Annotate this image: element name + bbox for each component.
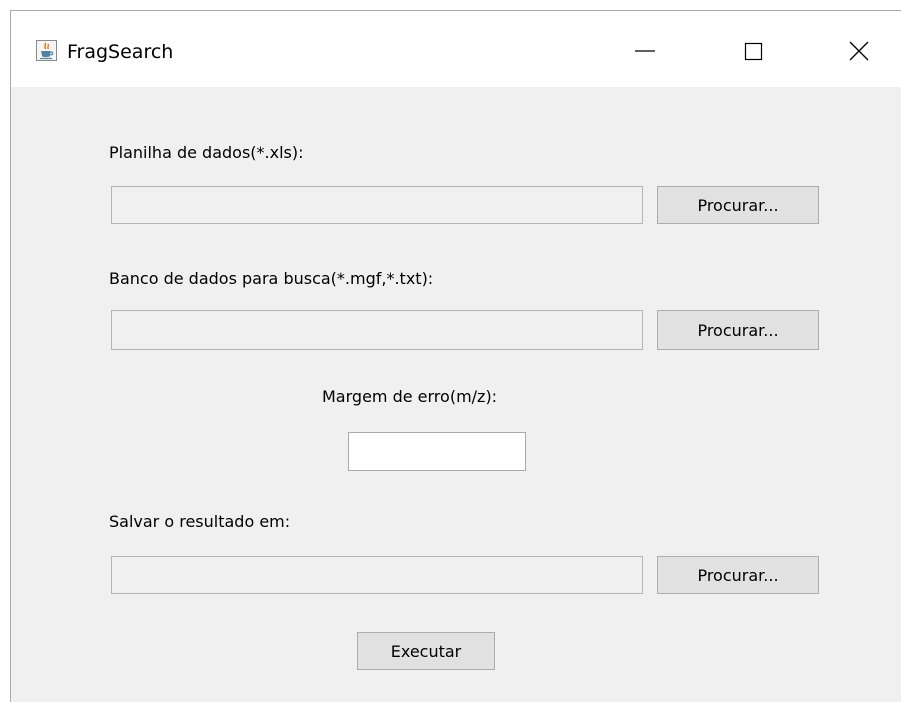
maximize-icon (744, 42, 763, 61)
spreadsheet-path-field[interactable] (111, 186, 643, 224)
error-margin-input[interactable] (348, 432, 526, 471)
output-browse-button[interactable]: Procurar... (657, 556, 819, 594)
app-window: FragSearch Planilha de dados(*.xls): Pro… (10, 10, 901, 702)
execute-button[interactable]: Executar (357, 632, 495, 670)
database-path-field[interactable] (111, 310, 643, 350)
window-title: FragSearch (67, 41, 174, 63)
spreadsheet-browse-button[interactable]: Procurar... (657, 186, 819, 224)
database-label: Banco de dados para busca(*.mgf,*.txt): (109, 269, 434, 288)
close-icon (849, 41, 869, 61)
close-button[interactable] (837, 33, 883, 69)
maximize-button[interactable] (733, 33, 779, 69)
database-browse-button[interactable]: Procurar... (657, 310, 819, 350)
minimize-button[interactable] (623, 33, 669, 69)
title-bar[interactable]: FragSearch (11, 11, 901, 87)
output-path-field[interactable] (111, 556, 643, 594)
minimize-icon (635, 50, 655, 52)
output-label: Salvar o resultado em: (109, 512, 291, 531)
error-margin-label: Margem de erro(m/z): (322, 387, 498, 406)
spreadsheet-label: Planilha de dados(*.xls): (109, 143, 304, 162)
java-coffee-icon (36, 40, 57, 61)
